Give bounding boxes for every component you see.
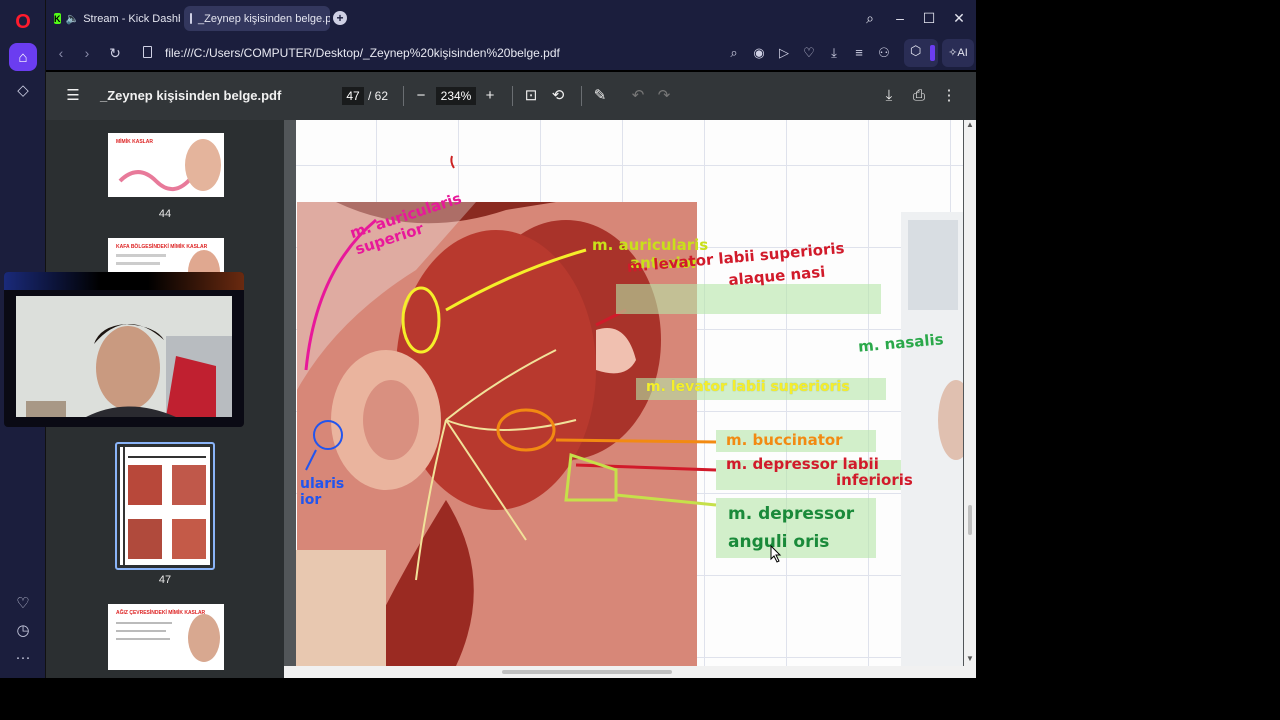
zoom-out-minus-icon[interactable]: − bbox=[410, 85, 432, 107]
document-viewport[interactable]: m. auricularis superior m. auricularis a… bbox=[284, 120, 976, 678]
webcam-video bbox=[16, 296, 232, 417]
pdf-page: m. auricularis superior m. auricularis a… bbox=[296, 120, 963, 666]
thumbnail-illustration bbox=[123, 447, 206, 565]
tab-kick-dashboard[interactable]: K 🔈 Stream - Kick Dashboard bbox=[48, 6, 180, 31]
send-icon[interactable]: ▷ bbox=[774, 43, 794, 63]
thumbnail-illustration bbox=[118, 139, 221, 191]
annotate-pen-icon[interactable]: ✎ bbox=[589, 85, 611, 107]
page-file-icon bbox=[143, 46, 152, 58]
address-toolbar: ‹ › ↻ file:///C:/Users/COMPUTER/Desktop/… bbox=[46, 36, 976, 70]
label-depressor-anguli: m. depressor anguli oris bbox=[728, 504, 855, 552]
easy-setup-icon[interactable]: ≡ bbox=[849, 43, 869, 63]
find-icon[interactable]: ⌕ bbox=[724, 43, 744, 63]
opera-logo-icon[interactable]: O bbox=[11, 10, 35, 34]
label-depressor-labii: m. depressor labii inferioris bbox=[726, 455, 913, 489]
address-field[interactable]: file:///C:/Users/COMPUTER/Desktop/_Zeyne… bbox=[133, 39, 733, 67]
divider bbox=[403, 86, 404, 106]
kick-icon: K bbox=[54, 13, 61, 24]
extensions-cube-icon[interactable]: ⬡ bbox=[904, 39, 938, 67]
print-icon[interactable]: ⎙ bbox=[908, 85, 930, 107]
pdf-title: _Zeynep kişisinden belge.pdf bbox=[100, 88, 282, 103]
scroll-up-icon[interactable]: ▲ bbox=[966, 120, 974, 129]
label-auricularis-posterior: ularis ior bbox=[300, 476, 345, 508]
redo-icon[interactable]: ↷ bbox=[653, 85, 675, 107]
thumbnail-illustration bbox=[116, 614, 220, 662]
divider bbox=[581, 86, 582, 106]
pdf-file-icon bbox=[190, 13, 192, 24]
fit-page-icon[interactable]: ⊡ bbox=[520, 85, 542, 107]
url-text: file:///C:/Users/COMPUTER/Desktop/_Zeyne… bbox=[165, 46, 560, 60]
download-icon[interactable]: ⤓ bbox=[824, 43, 844, 63]
label-buccinator: m. buccinator bbox=[726, 431, 843, 449]
thumbnail-label: 44 bbox=[158, 208, 172, 220]
heart-icon[interactable]: ♡ bbox=[11, 591, 35, 615]
webcam-person-image bbox=[16, 296, 232, 417]
aria-ai-button[interactable]: ✧AI bbox=[942, 39, 974, 67]
anatomy-page-illustration bbox=[296, 155, 963, 666]
history-clock-icon[interactable]: ◷ bbox=[11, 618, 35, 642]
tab-bar: K 🔈 Stream - Kick Dashboard _Zeynep kişi… bbox=[46, 0, 976, 36]
profile-icon[interactable]: ⚇ bbox=[874, 43, 894, 63]
thumbnail-page-44[interactable]: MİMİK KASLAR bbox=[108, 133, 224, 197]
new-tab-plus-icon[interactable]: + bbox=[333, 11, 347, 25]
rotate-icon[interactable]: ⟲ bbox=[547, 85, 569, 107]
webcam-overlay-header bbox=[4, 272, 244, 290]
bookmark-heart-icon[interactable]: ♡ bbox=[799, 43, 819, 63]
menu-hamburger-icon[interactable]: ☰ bbox=[62, 85, 84, 107]
tab-label: Stream - Kick Dashboard bbox=[83, 12, 180, 25]
tab-pdf-document[interactable]: _Zeynep kişisinden belge.pdf bbox=[184, 6, 330, 31]
maximize-icon[interactable]: ☐ bbox=[919, 8, 939, 28]
forward-arrow-icon[interactable]: › bbox=[77, 43, 97, 63]
page-number-input[interactable]: 47 bbox=[342, 87, 364, 105]
zoom-in-plus-icon[interactable]: + bbox=[479, 85, 501, 107]
search-tabs-icon[interactable]: ⌕ bbox=[860, 8, 880, 28]
close-icon[interactable]: ✕ bbox=[949, 8, 969, 28]
more-options-icon[interactable]: ⋮ bbox=[938, 85, 960, 107]
label-levator-labii: m. levator labii superioris bbox=[646, 379, 850, 395]
horizontal-scrollbar[interactable] bbox=[284, 666, 976, 678]
page-total: / 62 bbox=[368, 89, 389, 103]
download-icon[interactable]: ⤓ bbox=[878, 85, 900, 107]
scrollbar-thumb[interactable] bbox=[968, 505, 972, 535]
desktop-background bbox=[976, 0, 1280, 720]
tab-label: _Zeynep kişisinden belge.pdf bbox=[198, 12, 330, 25]
reload-icon[interactable]: ↻ bbox=[105, 43, 125, 63]
thumbnail-page-47[interactable] bbox=[120, 447, 210, 565]
thumbnail-label: 47 bbox=[158, 574, 172, 586]
minimize-icon[interactable]: – bbox=[890, 8, 910, 28]
vertical-scrollbar[interactable]: ▲ ▼ bbox=[964, 120, 976, 666]
speaker-icon[interactable]: 🔈 bbox=[66, 12, 80, 25]
snapshot-camera-icon[interactable]: ◉ bbox=[749, 43, 769, 63]
undo-icon[interactable]: ↶ bbox=[627, 85, 649, 107]
back-arrow-icon[interactable]: ‹ bbox=[51, 43, 71, 63]
home-icon[interactable]: ⌂ bbox=[9, 43, 37, 71]
scrollbar-thumb[interactable] bbox=[502, 670, 672, 674]
pinboard-icon[interactable]: ◇ bbox=[11, 78, 35, 102]
more-dots-icon[interactable]: ··· bbox=[11, 645, 35, 669]
scroll-down-icon[interactable]: ▼ bbox=[966, 654, 974, 663]
divider bbox=[512, 86, 513, 106]
pdf-toolbar: ☰ _Zeynep kişisinden belge.pdf 47 / 62 −… bbox=[46, 72, 976, 120]
mouse-cursor-icon bbox=[770, 545, 782, 563]
zoom-input[interactable]: 234% bbox=[436, 87, 476, 105]
thumbnail-page-48[interactable]: AĞIZ ÇEVRESİNDEKİ MİMİK KASLAR bbox=[108, 604, 224, 670]
